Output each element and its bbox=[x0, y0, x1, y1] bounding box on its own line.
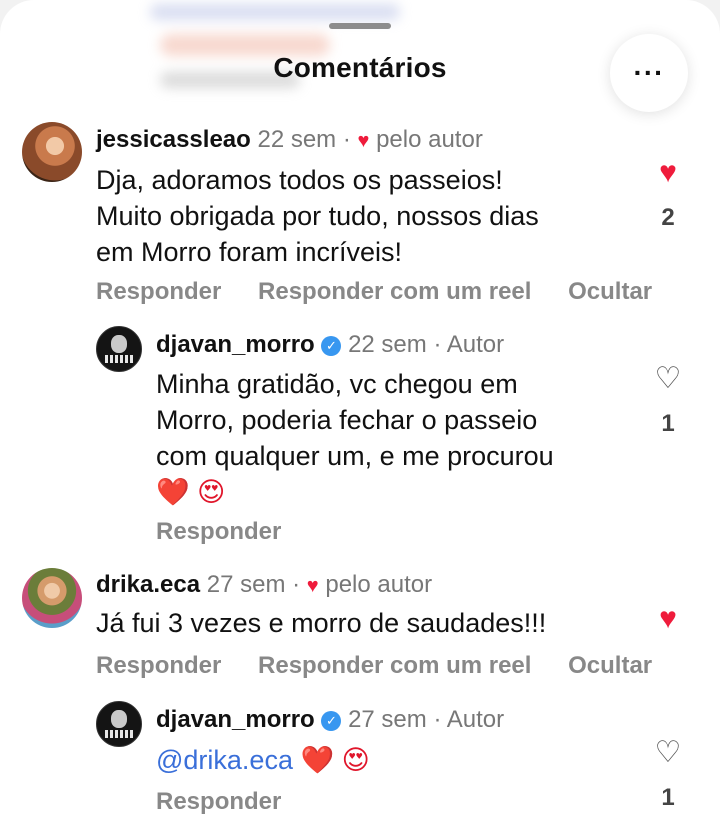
reply-username[interactable]: djavan_morro bbox=[156, 706, 315, 733]
mention-link[interactable]: @drika.eca bbox=[156, 745, 293, 775]
avatar[interactable] bbox=[22, 122, 82, 182]
comment-header: drika.eca 27 sem · ♥ pelo autor bbox=[96, 571, 432, 599]
like-heart-icon[interactable]: ♥ bbox=[648, 158, 688, 188]
drag-handle[interactable] bbox=[329, 23, 391, 29]
heart-icon: ♥ bbox=[357, 130, 370, 152]
reply-with-reel-button[interactable]: Responder com um reel bbox=[258, 652, 531, 679]
comment-username[interactable]: drika.eca bbox=[96, 571, 200, 598]
reply-actions: Responder bbox=[156, 788, 311, 814]
reply-actions: Responder bbox=[156, 518, 311, 546]
separator: · bbox=[292, 571, 301, 598]
like-heart-outline-icon[interactable]: ♡ bbox=[648, 364, 688, 394]
comments-sheet: Comentários ··· jessicassleao 22 sem · ♥… bbox=[0, 0, 720, 814]
heart-icon: ♥ bbox=[306, 575, 319, 597]
author-label: Autor bbox=[446, 706, 505, 733]
comment-username[interactable]: jessicassleao bbox=[96, 126, 251, 153]
reply-header: djavan_morro ✓ 22 sem · Autor bbox=[156, 331, 504, 359]
avatar[interactable] bbox=[96, 326, 142, 372]
comment-time: 27 sem bbox=[206, 571, 286, 598]
hide-button[interactable]: Ocultar bbox=[568, 652, 652, 679]
verified-badge-icon: ✓ bbox=[321, 711, 342, 731]
reply-button[interactable]: Responder bbox=[156, 788, 281, 814]
reply-time: 22 sem bbox=[348, 331, 427, 358]
verified-badge-icon: ✓ bbox=[321, 336, 342, 356]
separator: · bbox=[342, 126, 351, 153]
like-heart-icon[interactable]: ♥ bbox=[648, 604, 688, 634]
comment-actions: Responder Responder com um reel Ocultar bbox=[96, 652, 682, 680]
like-heart-outline-icon[interactable]: ♡ bbox=[648, 738, 688, 768]
liked-by-author-label: pelo autor bbox=[376, 126, 483, 153]
reply-header: djavan_morro ✓ 27 sem · Autor bbox=[156, 706, 504, 734]
blurred-background-content bbox=[150, 0, 410, 100]
comment-actions: Responder Responder com um reel Ocultar bbox=[96, 278, 682, 306]
liked-by-author-label: pelo autor bbox=[325, 571, 433, 598]
separator: · bbox=[433, 706, 442, 733]
reply-button[interactable]: Responder bbox=[156, 518, 281, 545]
more-options-button[interactable]: ··· bbox=[610, 34, 688, 112]
comment-text-line: Já fui 3 vezes e morro de saudades!!! bbox=[96, 608, 547, 638]
more-icon: ··· bbox=[633, 57, 665, 88]
avatar[interactable] bbox=[96, 701, 142, 747]
avatar[interactable] bbox=[22, 568, 82, 628]
comment-text-line: Dja, adoramos todos os passeios! bbox=[96, 165, 503, 195]
hide-button[interactable]: Ocultar bbox=[568, 278, 652, 305]
reply-text-line: Minha gratidão, vc chegou em bbox=[156, 369, 518, 399]
reply-username[interactable]: djavan_morro bbox=[156, 331, 315, 358]
comment-text-line: Muito obrigada por tudo, nossos dias bbox=[96, 201, 539, 231]
reply-button[interactable]: Responder bbox=[96, 278, 221, 305]
like-count[interactable]: 1 bbox=[648, 784, 688, 812]
comment-text-line: em Morro foram incríveis! bbox=[96, 237, 403, 267]
separator: · bbox=[433, 331, 442, 358]
like-count[interactable]: 2 bbox=[648, 204, 688, 232]
reply-time: 27 sem bbox=[348, 706, 427, 733]
reply-with-reel-button[interactable]: Responder com um reel bbox=[258, 278, 531, 305]
reply-text-line: Morro, poderia fechar o passeio bbox=[156, 405, 538, 435]
author-label: Autor bbox=[446, 331, 505, 358]
reply-text-line: com qualquer um, e me procurou bbox=[156, 441, 554, 471]
like-count[interactable]: 1 bbox=[648, 410, 688, 438]
reply-emojis: ❤️ 😍 bbox=[300, 745, 370, 775]
comment-time: 22 sem bbox=[257, 126, 337, 153]
comment-header: jessicassleao 22 sem · ♥ pelo autor bbox=[96, 126, 483, 154]
reply-button[interactable]: Responder bbox=[96, 652, 221, 679]
reply-emojis: ❤️ 😍 bbox=[156, 477, 226, 507]
reply-text-line: @drika.eca ❤️ 😍 bbox=[156, 742, 370, 778]
